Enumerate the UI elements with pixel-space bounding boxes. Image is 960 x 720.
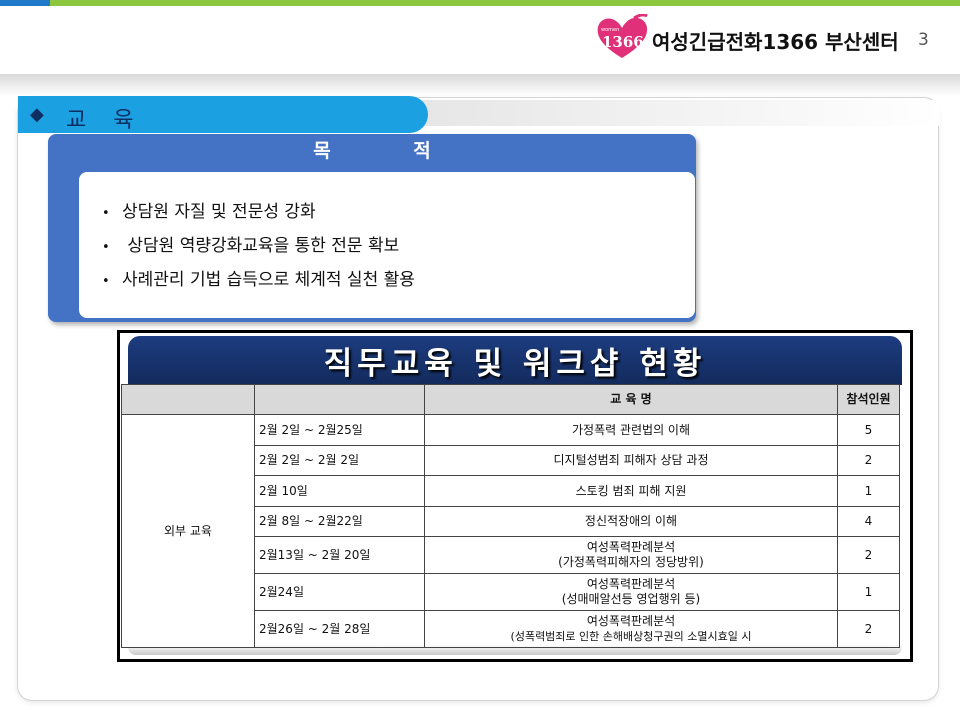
header-cell-name: 교 육 명 — [424, 384, 838, 415]
attendee-count-cell: 2 — [837, 445, 900, 476]
course-name-cell: 가정폭력 관련법의 이해 — [424, 414, 838, 446]
heart-logo-icon: women 1366 — [594, 13, 650, 60]
attendee-count-cell: 1 — [837, 475, 900, 507]
course-name-cell: 정신적장애의 이해 — [424, 506, 838, 537]
course-name-line: 여성폭력판례분석 — [586, 577, 676, 591]
date-cell: 2월 8일 ~ 2월22일 — [254, 506, 425, 537]
bullet-dot-icon: • — [102, 274, 110, 289]
table-row: 외부 교육 2월 2일 ~ 2월25일 가정폭력 관련법의 이해 5 — [121, 414, 900, 648]
date-cell: 2월26일 ~ 2월 28일 — [254, 610, 425, 648]
attendee-count-cell: 1 — [837, 573, 900, 611]
date-cell: 2월 2일 ~ 2월 2일 — [254, 445, 425, 476]
diamond-bullet-icon: ◆ — [30, 104, 44, 125]
date-cell: 2월13일 ~ 2월 20일 — [254, 536, 425, 574]
bullet-dot-icon: • — [102, 206, 110, 221]
course-name-line: (성매매알선등 영업행위 등) — [561, 592, 701, 606]
course-name-line: 정신적장애의 이해 — [584, 514, 678, 528]
purpose-item-text: 상담원 자질 및 전문성 강화 — [122, 202, 316, 222]
attendee-count-cell: 5 — [837, 414, 900, 446]
bullet-dot-icon: • — [102, 240, 110, 255]
date-cell: 2월 2일 ~ 2월25일 — [254, 414, 425, 446]
course-name-line: 디지털성범죄 피해자 상담 과정 — [553, 453, 709, 467]
date-cell: 2월 10일 — [254, 475, 425, 507]
course-name-line: (성폭력범죄로 인한 손해배상청구권의 소멸시효일 시 — [510, 630, 752, 643]
purpose-item: • 상담원 자질 및 전문성 강화 — [102, 196, 415, 230]
organization-name: 여성긴급전화1366 부산센터 — [652, 30, 899, 54]
attendee-count-cell: 4 — [837, 506, 900, 537]
course-name-line: 가정폭력 관련법의 이해 — [571, 422, 691, 437]
table-header-row: 교 육 명 참석인원 — [121, 384, 900, 415]
course-name-cell: 디지털성범죄 피해자 상담 과정 — [424, 445, 838, 476]
page-number: 3 — [918, 30, 929, 50]
course-name-line: (가정폭력피해자의 정당방위) — [558, 555, 704, 569]
header-cell-count: 참석인원 — [837, 384, 900, 415]
attendee-count-cell: 2 — [837, 610, 900, 648]
purpose-item: • 상담원 역량강화교육을 통한 전문 확보 — [102, 230, 415, 264]
purpose-item-text: 상담원 역량강화교육을 통한 전문 확보 — [122, 236, 400, 256]
course-name-line: 여성폭력판례분석 — [586, 614, 676, 628]
course-name-line: 스토킹 범죄 피해 지원 — [575, 483, 687, 498]
purpose-item-text: 사례관리 기법 습득으로 체계적 실천 활용 — [122, 270, 415, 290]
svg-text:1366: 1366 — [602, 33, 644, 51]
purpose-item: • 사례관리 기법 습득으로 체계적 실천 활용 — [102, 264, 415, 298]
course-name-cell: 스토킹 범죄 피해 지원 — [424, 475, 838, 507]
course-name-line: 여성폭력판례분석 — [586, 540, 676, 554]
header-shadow — [0, 74, 960, 96]
course-name-cell: 여성폭력판례분석 (성폭력범죄로 인한 손해배상청구권의 소멸시효일 시 — [424, 610, 838, 648]
purpose-list: • 상담원 자질 및 전문성 강화 • 상담원 역량강화교육을 통한 전문 확보 … — [102, 196, 415, 298]
section-title: 교 육 — [66, 108, 144, 133]
purpose-title: 목 적 — [313, 140, 469, 162]
table-banner-title: 직무교육 및 워크샵 현황 — [323, 346, 707, 382]
category-cell: 외부 교육 — [121, 414, 255, 648]
date-cell: 2월24일 — [254, 573, 425, 611]
course-name-cell: 여성폭력판례분석 (가정폭력피해자의 정당방위) — [424, 536, 838, 574]
header-cell-date — [254, 384, 425, 415]
education-table: 교 육 명 참석인원 외부 교육 2월 2일 ~ 2월25일 가정폭력 관련법의… — [121, 384, 900, 648]
section-header-trail — [420, 100, 940, 126]
attendee-count-cell: 2 — [837, 536, 900, 574]
header-cell-category — [121, 384, 255, 415]
course-name-cell: 여성폭력판례분석 (성매매알선등 영업행위 등) — [424, 573, 838, 611]
